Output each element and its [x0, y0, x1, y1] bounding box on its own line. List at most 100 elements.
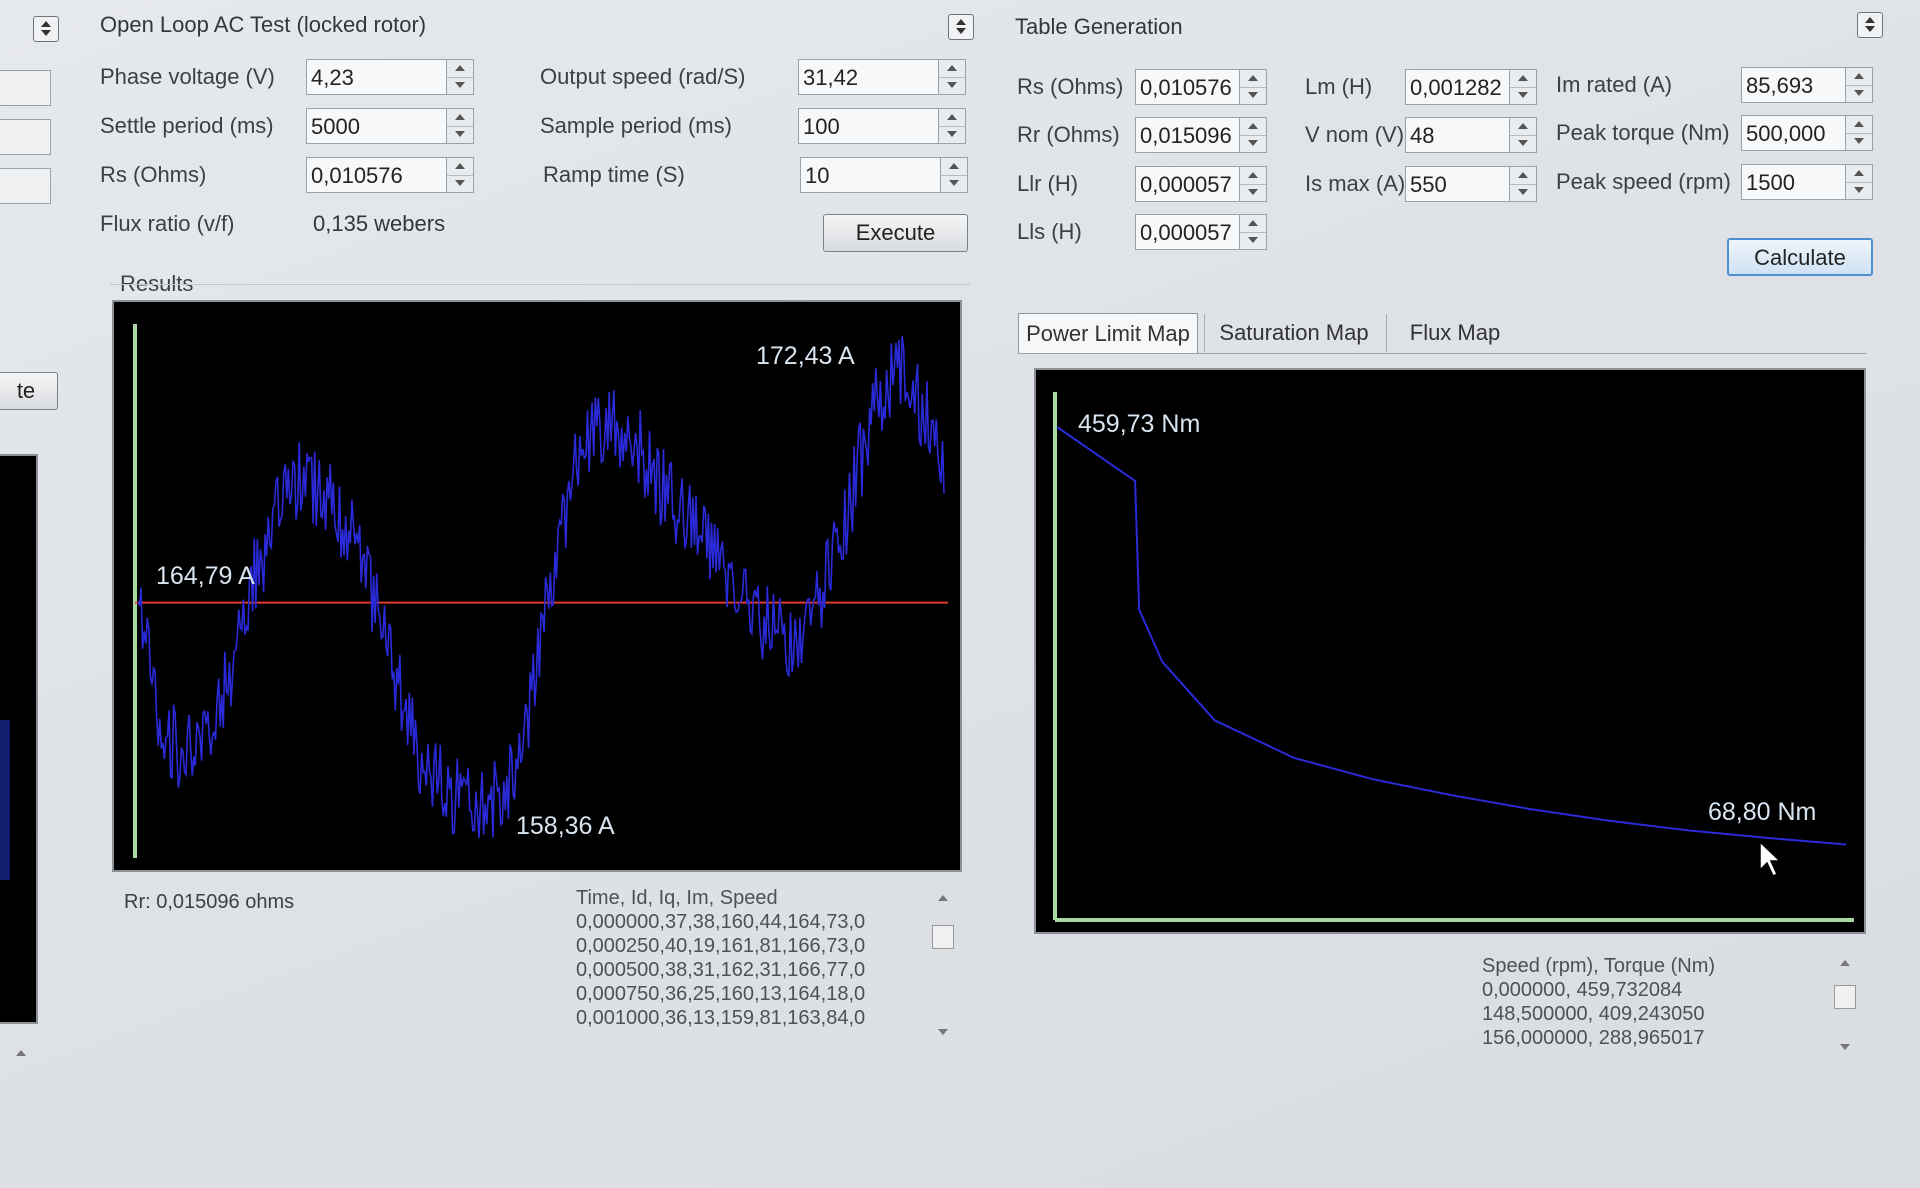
spinner-arrows[interactable] [1239, 70, 1266, 104]
llr-input[interactable]: 0,000057 [1135, 166, 1267, 202]
lm-label: Lm (H) [1305, 74, 1373, 99]
spinner-arrows[interactable] [446, 158, 473, 192]
rr-result: Rr: 0,015096 ohms [124, 891, 295, 913]
spinner-arrows[interactable] [940, 158, 967, 192]
vnom-input[interactable]: 48 [1405, 117, 1537, 153]
im-rated-label: Im rated (A) [1556, 72, 1673, 97]
end-torque-annotation: 68,80 Nm [1708, 798, 1816, 826]
right-panel-title: Table Generation [1015, 14, 1183, 39]
power-limit-plot: 459,73 Nm 68,80 Nm [1034, 368, 1866, 934]
peak-torque-label: Peak torque (Nm) [1556, 120, 1730, 145]
spinner-arrows[interactable] [1239, 167, 1266, 201]
llr-label: Llr (H) [1017, 171, 1079, 196]
ismax-label: Is max (A) [1305, 171, 1406, 196]
rs-input[interactable]: 0,010576 [1135, 69, 1267, 105]
rr-label: Rr (Ohms) [1017, 122, 1120, 147]
spinner-arrows[interactable] [1845, 68, 1872, 102]
tab-separator [1204, 314, 1205, 352]
spinner-arrows[interactable] [446, 109, 473, 143]
spinner-arrows[interactable] [1845, 116, 1872, 150]
sample-period-label: Sample period (ms) [540, 113, 732, 138]
output-speed-input[interactable]: 31,42 [798, 59, 966, 95]
collapse-button-left[interactable] [33, 16, 59, 42]
ismax-input[interactable]: 550 [1405, 166, 1537, 202]
power-limit-plot-svg: 459,73 Nm 68,80 Nm [1053, 392, 1854, 922]
spinner-arrows[interactable] [938, 60, 965, 94]
rs-value: 0,010576 [1140, 75, 1232, 100]
cropped-button[interactable]: te [0, 372, 58, 410]
current-plot-svg: 172,43 A 164,79 A 158,36 A [133, 324, 948, 858]
torque-data-list[interactable]: Speed (rpm), Torque (Nm) 0,000000, 459,7… [1476, 948, 1836, 1058]
tab-saturation-map[interactable]: Saturation Map [1208, 313, 1380, 353]
execute-button[interactable]: Execute [823, 214, 968, 252]
results-group-border [110, 284, 970, 285]
im-rated-value: 85,693 [1746, 73, 1814, 98]
collapse-button-open-loop[interactable] [948, 14, 974, 40]
sample-period-input[interactable]: 100 [798, 108, 966, 144]
tab-strip-border [1018, 353, 1866, 354]
cropped-plot-trace [0, 720, 10, 880]
data-row: 0,000500,38,31,162,31,166,77,0 [576, 959, 866, 981]
lls-input[interactable]: 0,000057 [1135, 214, 1267, 250]
im-rated-input[interactable]: 85,693 [1741, 67, 1873, 103]
output-speed-value: 31,42 [803, 65, 859, 90]
data-row: 0,000000,37,38,160,44,164,73,0 [576, 911, 866, 933]
spinner-arrows[interactable] [1845, 165, 1872, 199]
collapse-button-table-generation[interactable] [1857, 12, 1883, 38]
llr-value: 0,000057 [1140, 172, 1232, 197]
phase-voltage-value: 4,23 [311, 65, 354, 90]
spinner-arrows[interactable] [1509, 167, 1536, 201]
peak-torque-value: 500,000 [1746, 121, 1826, 146]
min-annotation: 158,36 A [516, 812, 615, 840]
cropped-scrollbar[interactable] [10, 1050, 32, 1100]
ismax-value: 550 [1410, 172, 1447, 197]
cropped-spinner-2[interactable] [0, 119, 51, 155]
peak-speed-value: 1500 [1746, 170, 1795, 195]
cropped-spinner-3[interactable] [0, 168, 51, 204]
data-row: 0,000750,36,25,160,13,164,18,0 [576, 983, 866, 1005]
peak-speed-input[interactable]: 1500 [1741, 164, 1873, 200]
spinner-arrows[interactable] [938, 109, 965, 143]
spinner-arrows[interactable] [1239, 215, 1266, 249]
tab-flux-map[interactable]: Flux Map [1390, 313, 1520, 353]
lm-input[interactable]: 0,001282 [1405, 69, 1537, 105]
torque-trace [1056, 426, 1847, 846]
spinner-arrows[interactable] [1239, 118, 1266, 152]
torque-scrollbar[interactable] [1834, 960, 1856, 1050]
data-row: 0,000000, 459,732084 [1482, 979, 1683, 1001]
data-row: 148,500000, 409,243050 [1482, 1003, 1705, 1025]
current-series-line [137, 335, 945, 838]
cropped-spinner-1[interactable] [0, 70, 51, 106]
data-header-left: Time, Id, Iq, Im, Speed [576, 887, 778, 909]
output-speed-label: Output speed (rad/S) [540, 64, 746, 89]
start-torque-annotation: 459,73 Nm [1078, 410, 1200, 438]
spinner-arrows[interactable] [1509, 70, 1536, 104]
peak-torque-input[interactable]: 500,000 [1741, 115, 1873, 151]
peak-speed-label: Peak speed (rpm) [1556, 169, 1731, 194]
phase-voltage-label: Phase voltage (V) [100, 64, 275, 89]
lls-value: 0,000057 [1140, 220, 1232, 245]
tab-power-limit-map[interactable]: Power Limit Map [1018, 313, 1198, 353]
ramp-time-value: 10 [805, 163, 830, 188]
rs-input-left[interactable]: 0,010576 [306, 157, 474, 193]
vnom-label: V nom (V) [1305, 122, 1405, 147]
ramp-time-input[interactable]: 10 [800, 157, 968, 193]
lm-value: 0,001282 [1410, 75, 1502, 100]
calculate-button[interactable]: Calculate [1727, 238, 1873, 276]
rs-label: Rs (Ohms) [1017, 74, 1124, 99]
data-row: 0,001000,36,13,159,81,163,84,0 [576, 1007, 866, 1028]
results-data-list[interactable]: Time, Id, Iq, Im, Speed 0,000000,37,38,1… [570, 878, 935, 1028]
max-annotation: 172,43 A [756, 342, 855, 370]
current-plot: 172,43 A 164,79 A 158,36 A [112, 300, 962, 872]
spinner-arrows[interactable] [1509, 118, 1536, 152]
rr-input[interactable]: 0,015096 [1135, 117, 1267, 153]
sample-period-value: 100 [803, 114, 840, 139]
settle-period-input[interactable]: 5000 [306, 108, 474, 144]
phase-voltage-input[interactable]: 4,23 [306, 59, 474, 95]
flux-ratio-label: Flux ratio (v/f) [100, 211, 235, 236]
current-trace [137, 335, 945, 838]
data-row: 0,000250,40,19,161,81,166,73,0 [576, 935, 866, 957]
spinner-arrows[interactable] [446, 60, 473, 94]
rr-value: 0,015096 [1140, 123, 1232, 148]
results-scrollbar[interactable] [932, 895, 954, 1035]
